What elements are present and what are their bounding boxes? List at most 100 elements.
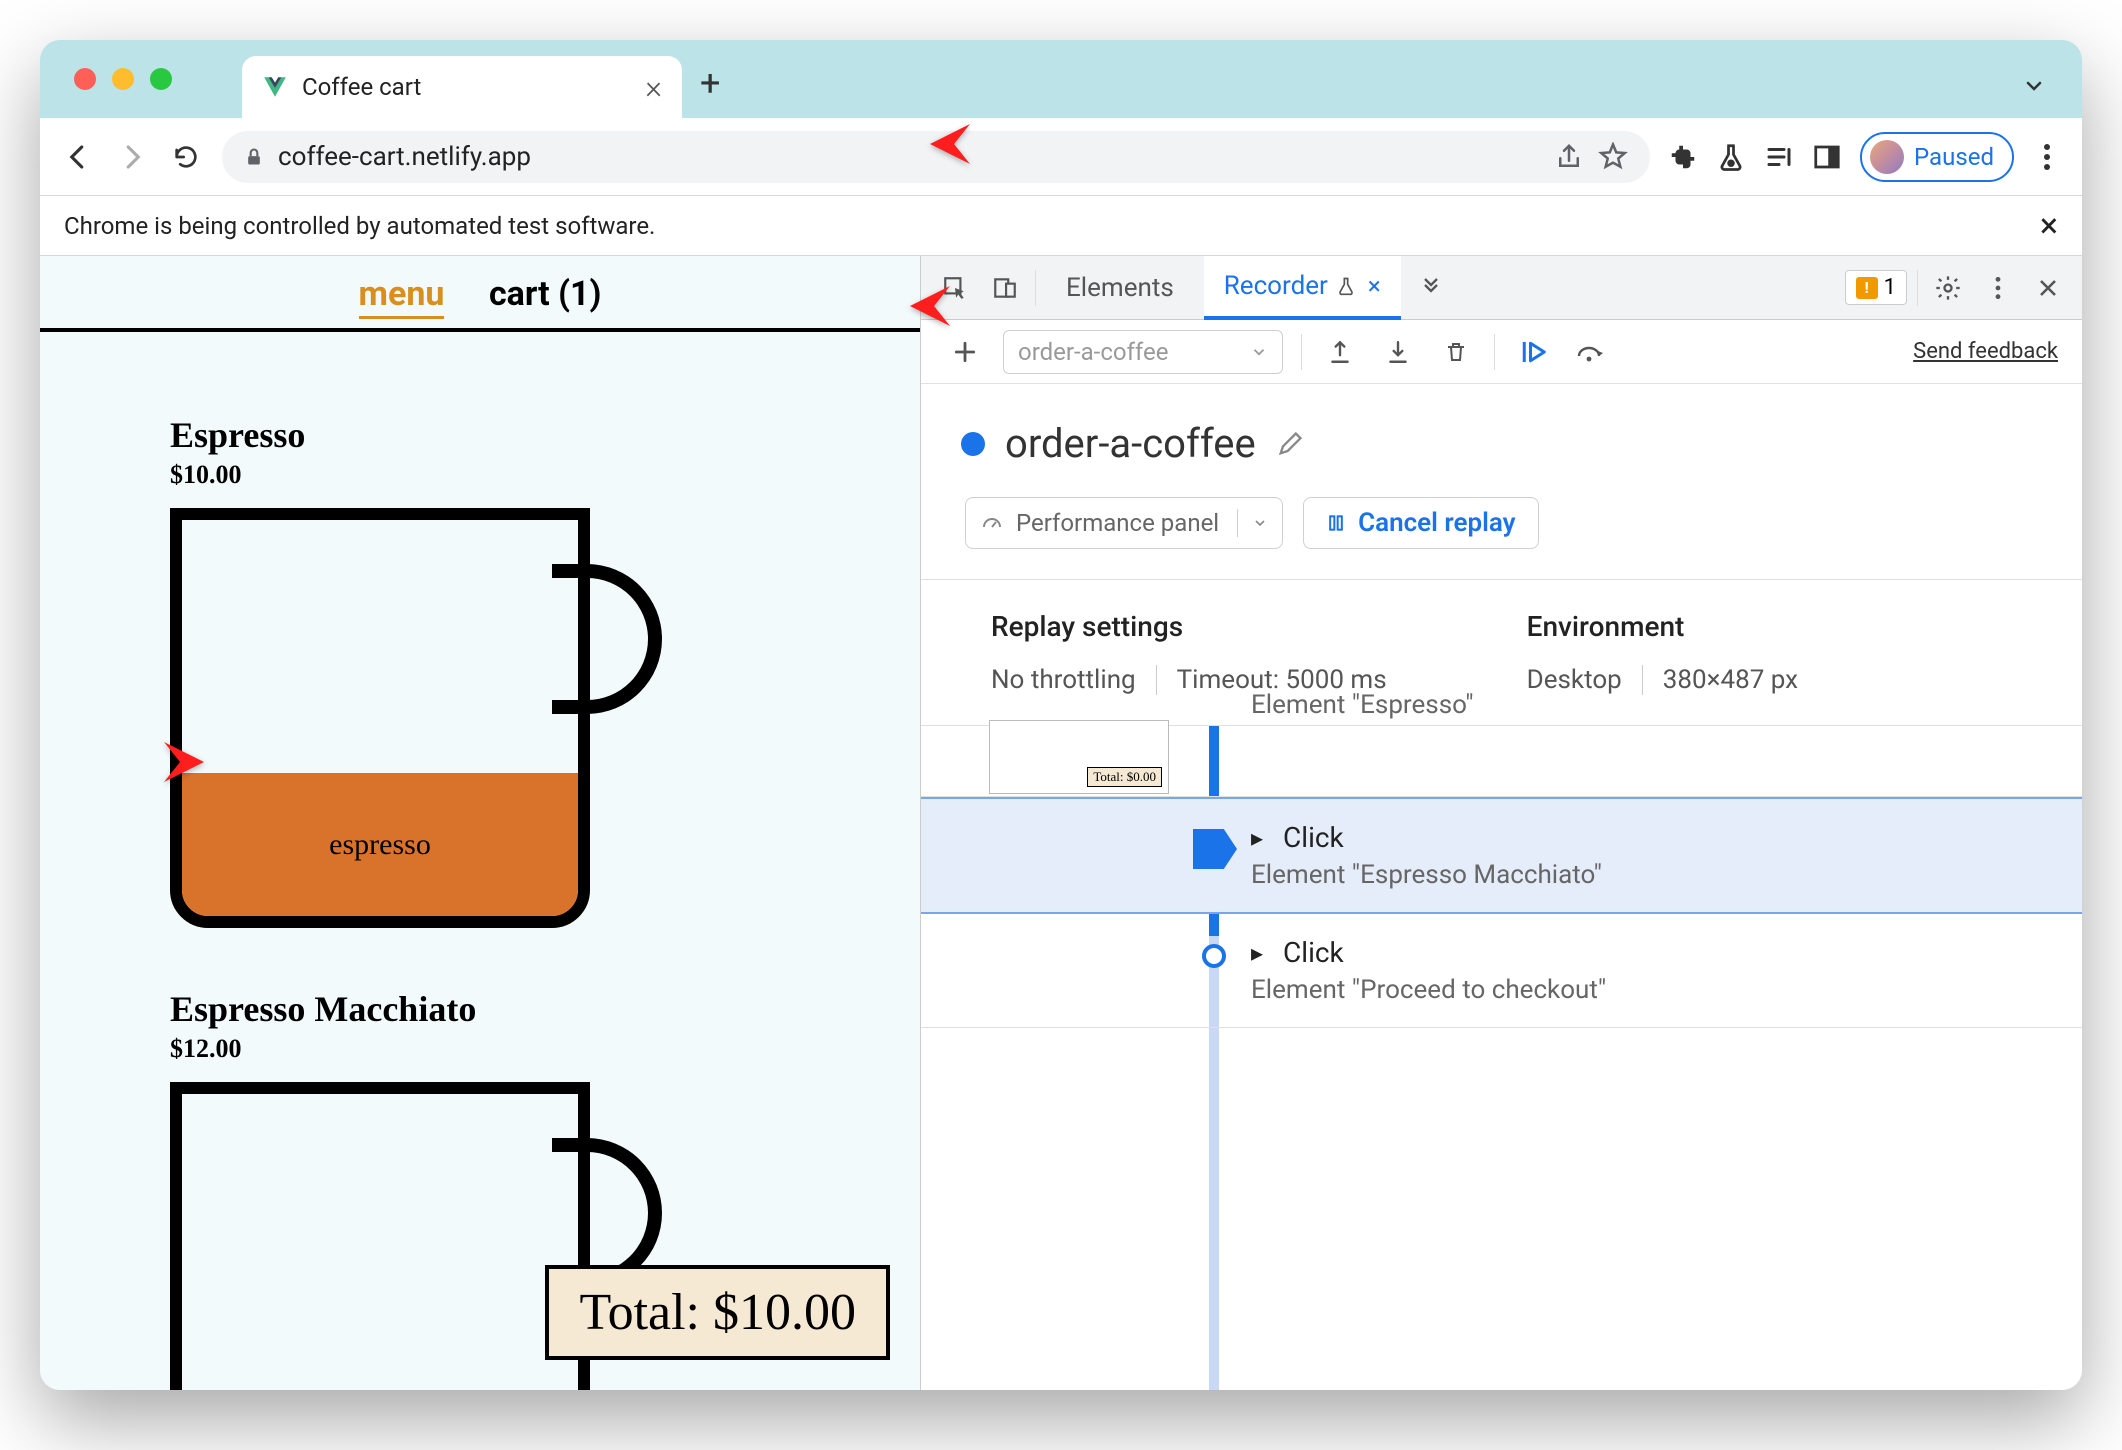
annotation-arrow-icon xyxy=(930,114,1010,178)
thumb-total-label: Total: $0.00 xyxy=(1087,767,1162,787)
maximize-window-button[interactable] xyxy=(150,68,172,90)
back-button[interactable] xyxy=(60,139,96,175)
steps-timeline: Total: $0.00 Element "Espresso" Click El… xyxy=(921,725,2082,1390)
recording-selector[interactable]: order-a-coffee xyxy=(1003,330,1283,374)
extensions-icon[interactable] xyxy=(1668,142,1698,172)
new-tab-button[interactable]: + xyxy=(700,62,720,104)
more-tabs-icon[interactable] xyxy=(1411,268,1451,308)
recorder-toolbar: order-a-coffee Send feedback xyxy=(921,320,2082,384)
issues-count: 1 xyxy=(1884,275,1896,300)
cart-total-badge[interactable]: Total: $10.00 xyxy=(545,1265,890,1360)
step-subtitle: Element "Espresso Macchiato" xyxy=(1251,860,2042,890)
tab-title: Coffee cart xyxy=(302,73,631,101)
cancel-replay-button[interactable]: Cancel replay xyxy=(1303,497,1538,549)
lock-icon xyxy=(244,145,264,169)
step-thumbnail: Total: $0.00 xyxy=(989,720,1169,794)
reading-list-icon[interactable] xyxy=(1764,142,1794,172)
performance-panel-button[interactable]: Performance panel xyxy=(965,497,1283,549)
recording-header: order-a-coffee Performance panel Cancel … xyxy=(921,384,2082,579)
step-subtitle: Element "Espresso" xyxy=(1251,690,1474,720)
browser-tab[interactable]: Coffee cart × xyxy=(242,56,682,118)
tab-close-button[interactable]: × xyxy=(645,68,662,106)
product-price: $10.00 xyxy=(170,460,880,490)
import-icon[interactable] xyxy=(1378,332,1418,372)
edit-pencil-icon[interactable] xyxy=(1276,430,1304,458)
browser-window: Coffee cart × + coffee-cart.netlify.app … xyxy=(40,40,2082,1390)
tab-close-icon[interactable]: × xyxy=(1368,272,1381,300)
step-row[interactable]: Click Element "Proceed to checkout" xyxy=(921,914,2082,1028)
performance-panel-label: Performance panel xyxy=(1016,509,1219,537)
window-controls xyxy=(74,68,172,90)
replay-settings-row: Replay settings No throttling Timeout: 5… xyxy=(921,579,2082,725)
step-row[interactable]: Total: $0.00 Element "Espresso" xyxy=(921,726,2082,797)
product-title: Espresso xyxy=(170,414,880,456)
annotation-arrow-icon xyxy=(124,732,204,796)
infobar-close-button[interactable]: × xyxy=(2040,206,2058,246)
coffee-cup[interactable]: espresso xyxy=(170,508,590,928)
warning-icon: ! xyxy=(1856,277,1878,299)
environment-heading: Environment xyxy=(1527,610,1798,643)
reload-button[interactable] xyxy=(168,139,204,175)
step-title: Click xyxy=(1251,821,2042,854)
settings-gear-icon[interactable] xyxy=(1928,268,1968,308)
product-title: Espresso Macchiato xyxy=(170,988,880,1030)
profile-paused-chip[interactable]: Paused xyxy=(1860,132,2014,182)
step-row-current[interactable]: Click Element "Espresso Macchiato" xyxy=(921,797,2082,914)
tab-recorder-label: Recorder xyxy=(1224,271,1328,301)
side-panel-icon[interactable] xyxy=(1812,142,1842,172)
device-toolbar-icon[interactable] xyxy=(985,268,1025,308)
page-nav: menu cart (1) xyxy=(40,256,920,332)
current-step-marker-icon xyxy=(1193,829,1237,869)
flask-icon xyxy=(1336,276,1356,296)
forward-button[interactable] xyxy=(114,139,150,175)
vue-favicon-icon xyxy=(262,74,288,100)
annotation-arrow-icon xyxy=(910,276,990,340)
step-over-icon[interactable] xyxy=(1571,332,1611,372)
devtools-panel: Elements Recorder × ! 1 xyxy=(920,256,2082,1390)
recording-selector-value: order-a-coffee xyxy=(1018,338,1168,366)
cart-link[interactable]: cart (1) xyxy=(489,274,601,314)
delete-icon[interactable] xyxy=(1436,332,1476,372)
browser-menu-icon[interactable] xyxy=(2032,142,2062,172)
bookmark-star-icon[interactable] xyxy=(1598,142,1628,172)
coffee-cup[interactable] xyxy=(170,1082,590,1242)
share-icon[interactable] xyxy=(1554,142,1584,172)
address-bar: coffee-cart.netlify.app Paused xyxy=(40,118,2082,196)
page-viewport: menu cart (1) Espresso $10.00 espresso E… xyxy=(40,256,920,1390)
device-value: Desktop xyxy=(1527,665,1622,695)
devtools-tabbar: Elements Recorder × ! 1 xyxy=(921,256,2082,320)
throttling-value[interactable]: No throttling xyxy=(991,665,1136,695)
infobar-text: Chrome is being controlled by automated … xyxy=(64,212,655,240)
step-dot-icon xyxy=(1202,944,1226,968)
recording-status-dot xyxy=(961,432,985,456)
dropdown-caret-icon[interactable] xyxy=(1237,509,1268,537)
cancel-replay-label: Cancel replay xyxy=(1358,508,1515,538)
devtools-menu-icon[interactable] xyxy=(1978,268,2018,308)
cup-fill-label: espresso xyxy=(182,773,578,916)
export-icon[interactable] xyxy=(1320,332,1360,372)
product-price: $12.00 xyxy=(170,1034,880,1064)
avatar-icon xyxy=(1870,140,1904,174)
replay-settings-heading: Replay settings xyxy=(991,610,1387,643)
close-window-button[interactable] xyxy=(74,68,96,90)
chevron-down-icon xyxy=(1250,343,1268,361)
step-title: Click xyxy=(1251,936,2042,969)
content-split: menu cart (1) Espresso $10.00 espresso E… xyxy=(40,256,2082,1390)
devtools-close-icon[interactable] xyxy=(2028,268,2068,308)
tab-strip: Coffee cart × + xyxy=(40,40,2082,118)
gauge-icon xyxy=(980,511,1004,535)
issues-badge[interactable]: ! 1 xyxy=(1845,270,1907,305)
tabs-dropdown-icon[interactable] xyxy=(2022,74,2046,98)
tab-recorder[interactable]: Recorder × xyxy=(1204,256,1401,320)
continue-play-icon[interactable] xyxy=(1513,332,1553,372)
automation-infobar: Chrome is being controlled by automated … xyxy=(40,196,2082,256)
send-feedback-link[interactable]: Send feedback xyxy=(1913,339,2058,364)
url-text: coffee-cart.netlify.app xyxy=(278,142,1540,172)
minimize-window-button[interactable] xyxy=(112,68,134,90)
menu-link[interactable]: menu xyxy=(359,274,445,319)
tab-elements[interactable]: Elements xyxy=(1046,256,1194,320)
paused-label: Paused xyxy=(1914,143,1994,171)
labs-flask-icon[interactable] xyxy=(1716,142,1746,172)
pause-icon xyxy=(1326,511,1346,535)
recording-title: order-a-coffee xyxy=(1005,420,1256,467)
